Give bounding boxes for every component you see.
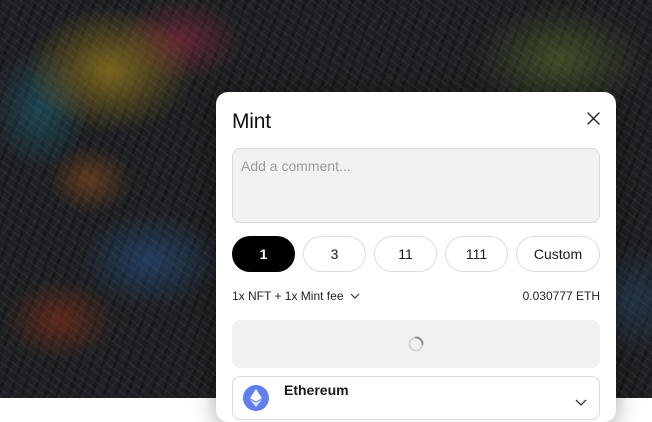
comment-input[interactable]: [232, 148, 600, 223]
dialog-title: Mint: [232, 110, 271, 133]
quantity-option-11[interactable]: 11: [374, 236, 437, 272]
quantity-selector: 1 3 11 111 Custom: [232, 236, 600, 272]
chevron-down-icon: [575, 393, 587, 411]
mint-button[interactable]: [232, 320, 600, 368]
chain-selector[interactable]: Ethereum: [232, 376, 600, 420]
chain-name: Ethereum: [284, 382, 349, 398]
total-price: 0.030777 ETH: [522, 289, 600, 303]
fee-breakdown-toggle[interactable]: 1x NFT + 1x Mint fee: [232, 289, 360, 303]
quantity-option-custom[interactable]: Custom: [516, 236, 600, 272]
spinner-icon: [408, 336, 424, 352]
quantity-option-3[interactable]: 3: [303, 236, 366, 272]
quantity-option-1[interactable]: 1: [232, 236, 295, 272]
fee-breakdown-label: 1x NFT + 1x Mint fee: [232, 289, 344, 303]
close-button[interactable]: [584, 109, 602, 127]
close-icon: [586, 111, 600, 125]
mint-dialog: Mint 1 3 11 111 Custom 1x NFT + 1x Mint …: [216, 92, 616, 422]
chevron-down-icon: [350, 293, 360, 299]
quantity-option-111[interactable]: 111: [445, 236, 508, 272]
ethereum-icon: [243, 385, 269, 411]
